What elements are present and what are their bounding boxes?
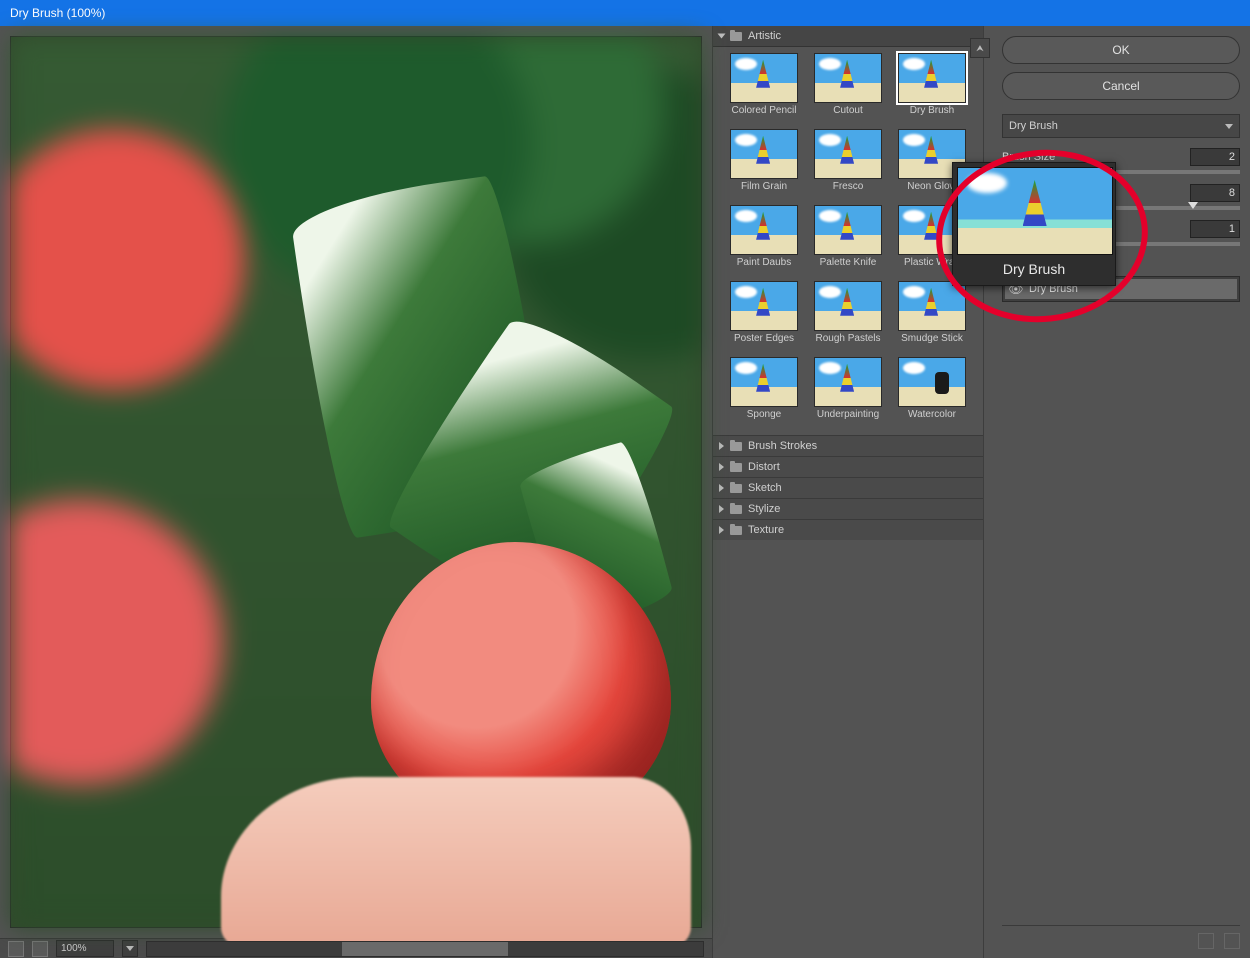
zoom-bar <box>0 938 712 958</box>
filter-thumb-label: Cutout <box>833 105 862 116</box>
disclosure-triangle-icon <box>719 484 724 492</box>
zoom-dropdown[interactable] <box>122 940 138 957</box>
filter-thumb-image <box>898 281 966 331</box>
filter-tooltip-label: Dry Brush <box>957 261 1111 277</box>
filter-thumb-label: Paint Daubs <box>737 257 791 268</box>
folder-icon <box>730 463 742 472</box>
window-title: Dry Brush (100%) <box>10 6 105 20</box>
filter-thumb-grid: Colored Pencil Cutout Dry Brush Film Grain F… <box>713 47 983 435</box>
filter-thumb-smudge-stick[interactable]: Smudge Stick <box>892 281 972 353</box>
filter-thumb-image <box>814 357 882 407</box>
filter-thumb-watercolor[interactable]: Watercolor <box>892 357 972 429</box>
disclosure-triangle-icon <box>718 34 726 39</box>
folder-icon <box>730 526 742 535</box>
category-label: Brush Strokes <box>748 440 817 452</box>
folder-icon <box>730 442 742 451</box>
collapse-gallery-button[interactable]: ⮝ <box>970 38 990 58</box>
filter-thumb-label: Watercolor <box>908 409 956 420</box>
filter-thumb-fresco[interactable]: Fresco <box>808 129 888 201</box>
filter-thumb-label: Rough Pastels <box>815 333 880 344</box>
filter-select[interactable]: Dry Brush <box>1002 114 1240 138</box>
folder-icon <box>730 505 742 514</box>
filter-thumb-sponge[interactable]: Sponge <box>724 357 804 429</box>
param-value-input[interactable] <box>1190 184 1240 202</box>
category-label: Artistic <box>748 30 781 42</box>
filter-tooltip-thumb <box>957 167 1113 255</box>
filter-thumb-image <box>730 357 798 407</box>
new-effect-layer-button[interactable] <box>1198 933 1214 949</box>
category-label: Texture <box>748 524 784 536</box>
disclosure-triangle-icon <box>719 526 724 534</box>
preview-hand <box>221 777 691 947</box>
filter-thumb-poster-edges[interactable]: Poster Edges <box>724 281 804 353</box>
scrollbar-thumb[interactable] <box>342 942 509 956</box>
category-header-distort[interactable]: Distort <box>713 456 983 477</box>
filter-thumb-label: Film Grain <box>741 181 787 192</box>
ok-button[interactable]: OK <box>1002 36 1240 64</box>
category-header-stylize[interactable]: Stylize <box>713 498 983 519</box>
filter-thumb-label: Smudge Stick <box>901 333 963 344</box>
category-header-sketch[interactable]: Sketch <box>713 477 983 498</box>
category-label: Stylize <box>748 503 780 515</box>
zoom-input[interactable] <box>56 940 114 957</box>
controls-footer <box>1002 925 1240 952</box>
filter-thumb-label: Neon Glow <box>907 181 956 192</box>
preview-wrap <box>0 26 712 938</box>
filter-thumb-paint-daubs[interactable]: Paint Daubs <box>724 205 804 277</box>
disclosure-triangle-icon <box>719 463 724 471</box>
filter-thumb-image <box>898 53 966 103</box>
disclosure-triangle-icon <box>719 442 724 450</box>
filter-thumb-label: Poster Edges <box>734 333 794 344</box>
category-label: Sketch <box>748 482 782 494</box>
filter-thumb-image <box>814 53 882 103</box>
filter-thumb-label: Fresco <box>833 181 864 192</box>
filter-thumb-dry-brush[interactable]: Dry Brush <box>892 53 972 125</box>
folder-icon <box>730 32 742 41</box>
filter-thumb-image <box>730 129 798 179</box>
filter-thumb-film-grain[interactable]: Film Grain <box>724 129 804 201</box>
filter-thumb-rough-pastels[interactable]: Rough Pastels <box>808 281 888 353</box>
filter-thumb-image <box>814 281 882 331</box>
disclosure-triangle-icon <box>719 505 724 513</box>
filter-thumb-colored-pencil[interactable]: Colored Pencil <box>724 53 804 125</box>
filter-gallery-column: Artistic Colored Pencil Cutout Dry Brush Fi… <box>712 26 984 958</box>
chevron-down-icon <box>1225 124 1233 129</box>
preview-hscroll[interactable] <box>146 941 704 957</box>
preview-canvas[interactable] <box>10 36 702 928</box>
filter-thumb-label: Underpainting <box>817 409 879 420</box>
folder-icon <box>730 484 742 493</box>
filter-thumb-cutout[interactable]: Cutout <box>808 53 888 125</box>
filter-thumb-image <box>898 357 966 407</box>
param-value-input[interactable] <box>1190 220 1240 238</box>
zoom-out-button[interactable] <box>8 941 24 957</box>
filter-thumb-label: Palette Knife <box>820 257 877 268</box>
preview-column <box>0 26 712 958</box>
zoom-in-button[interactable] <box>32 941 48 957</box>
filter-thumb-image <box>814 205 882 255</box>
filter-thumb-image <box>730 53 798 103</box>
filter-thumb-label: Sponge <box>747 409 781 420</box>
category-header-artistic[interactable]: Artistic <box>713 26 983 47</box>
filter-thumb-image <box>730 281 798 331</box>
delete-effect-layer-button[interactable] <box>1224 933 1240 949</box>
category-label: Distort <box>748 461 780 473</box>
chevron-down-icon <box>126 946 134 951</box>
double-chevron-icon: ⮝ <box>976 43 984 54</box>
category-header-brush-strokes[interactable]: Brush Strokes <box>713 435 983 456</box>
filter-thumb-palette-knife[interactable]: Palette Knife <box>808 205 888 277</box>
param-value-input[interactable] <box>1190 148 1240 166</box>
category-header-texture[interactable]: Texture <box>713 519 983 540</box>
cancel-button[interactable]: Cancel <box>1002 72 1240 100</box>
filter-select-label: Dry Brush <box>1009 120 1058 132</box>
titlebar: Dry Brush (100%) <box>0 0 1250 26</box>
filter-thumb-label: Colored Pencil <box>731 105 796 116</box>
filter-thumb-label: Dry Brush <box>910 105 954 116</box>
filter-thumb-underpainting[interactable]: Underpainting <box>808 357 888 429</box>
slider-knob[interactable] <box>1188 202 1198 209</box>
filter-thumb-image <box>814 129 882 179</box>
filter-tooltip: Dry Brush <box>952 162 1116 286</box>
filter-thumb-image <box>730 205 798 255</box>
